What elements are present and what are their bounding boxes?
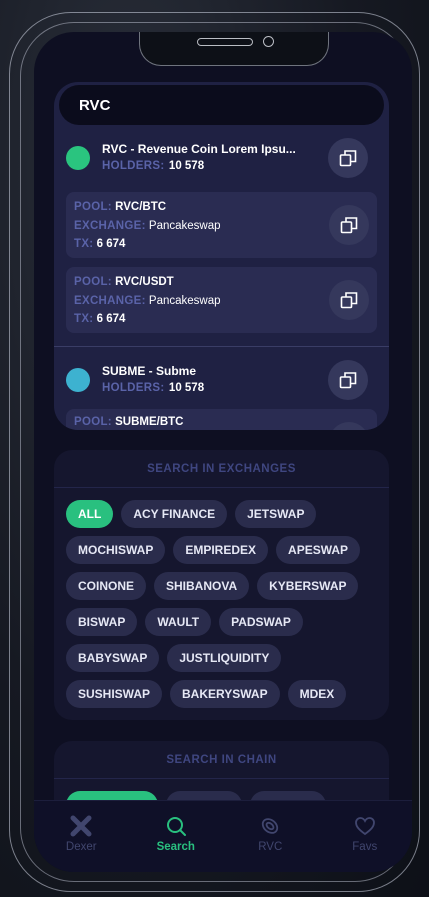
exchange-chip[interactable]: MDEX [287, 680, 347, 708]
coin-info: SUBME - Subme HOLDERS: 10 578 [102, 364, 204, 396]
tab-rvc[interactable]: RVC [223, 801, 318, 872]
chain-title: SEARCH IN CHAIN [54, 741, 389, 779]
camera-icon [263, 36, 274, 47]
heart-icon [354, 817, 375, 836]
tab-label: Search [156, 841, 195, 853]
copy-icon [339, 372, 357, 389]
exchange-chip[interactable]: BISWAP [66, 608, 138, 636]
pool-item[interactable]: POOL: RVC/BTC EXCHANGE: Pancakeswap TX: … [66, 192, 377, 258]
coin-name: SUBME - Subme [102, 364, 197, 378]
exchange-chip[interactable]: JETSWAP [235, 500, 317, 528]
coin-name: RVC - Revenue Coin Lorem Ipsu... [102, 142, 296, 156]
tab-dexer[interactable]: Dexer [34, 801, 129, 872]
copy-button[interactable] [329, 205, 369, 245]
exchange-chip[interactable]: BAKERYSWAP [170, 680, 280, 708]
dexer-x-icon [70, 815, 92, 837]
exchange-chip[interactable]: ACY FINANCE [121, 500, 228, 528]
exchange-chip[interactable]: SUSHISWAP [66, 680, 163, 708]
exchanges-title: SEARCH IN EXCHANGES [54, 450, 389, 488]
pool-item[interactable]: POOL: SUBME/BTC [66, 409, 377, 430]
exchange-chip[interactable]: EMPIREDEX [173, 536, 269, 564]
pool-item[interactable]: POOL: RVC/USDT EXCHANGE: Pancakeswap TX:… [66, 267, 377, 333]
exchange-chip[interactable]: JUSTLIQUIDITY [167, 644, 282, 672]
holders-label: HOLDERS: [102, 382, 165, 394]
exchange-label: EXCHANGE: [74, 219, 146, 232]
phone-screen: RVC RVC - Revenue Coin Lorem Ipsu... HOL… [34, 32, 412, 872]
exchange-chip[interactable]: APESWAP [276, 536, 361, 564]
exchanges-panel: SEARCH IN EXCHANGES ALL ACY FINANCE JETSWA… [54, 450, 389, 720]
tab-favs[interactable]: Favs [318, 801, 413, 872]
coin-color-dot [66, 368, 90, 392]
rvc-coin-icon [262, 818, 279, 834]
pool-label: POOL: [74, 416, 112, 428]
pool-label: POOL: [74, 201, 112, 213]
pool-value: RVC/BTC [115, 201, 167, 213]
exchange-chip[interactable]: WAULT [145, 608, 212, 636]
divider [54, 346, 389, 347]
bottom-tab-bar: Dexer Search RVC Favs [34, 800, 412, 872]
exchange-label: EXCHANGE: [74, 294, 146, 307]
tab-label: Dexer [65, 841, 97, 853]
pool-label: POOL: [74, 276, 112, 288]
holders-value: 10 578 [168, 160, 205, 172]
holders-label: HOLDERS: [102, 160, 165, 172]
coin-row-subme[interactable]: SUBME - Subme HOLDERS: 10 578 [54, 357, 389, 403]
tx-value: 6 674 [96, 238, 126, 250]
tab-label: RVC [258, 841, 283, 853]
copy-icon [340, 217, 358, 234]
coin-row-rvc[interactable]: RVC - Revenue Coin Lorem Ipsu... HOLDERS… [54, 135, 389, 181]
copy-icon [339, 150, 357, 167]
copy-button[interactable] [328, 138, 368, 178]
exchange-chip[interactable]: BABYSWAP [66, 644, 160, 672]
notch [139, 32, 329, 66]
exchange-value: Pancakeswap [148, 294, 221, 307]
exchange-value: Pancakeswap [148, 219, 221, 232]
coin-color-dot [66, 146, 90, 170]
copy-icon [340, 292, 358, 309]
pool-value: RVC/USDT [115, 276, 174, 288]
tx-value: 6 674 [96, 313, 126, 325]
search-icon [166, 817, 186, 836]
exchange-chip[interactable]: PADSWAP [219, 608, 303, 636]
coin-info: RVC - Revenue Coin Lorem Ipsu... HOLDERS… [102, 142, 296, 174]
exchange-chip[interactable]: MOCHISWAP [66, 536, 166, 564]
holders-value: 10 578 [168, 382, 205, 394]
pool-value: SUBME/BTC [115, 416, 184, 428]
search-results-card: RVC RVC - Revenue Coin Lorem Ipsu... HOL… [54, 82, 389, 430]
exchange-chip-list: ALL ACY FINANCE JETSWAP MOCHISWAP EMPIREDEX A… [54, 488, 389, 720]
search-query: RVC [79, 96, 111, 114]
copy-button[interactable] [328, 360, 368, 400]
exchange-chip[interactable]: COINONE [66, 572, 147, 600]
tab-label: Favs [352, 841, 378, 853]
exchange-chip[interactable]: ALL [66, 500, 114, 528]
tab-search[interactable]: Search [129, 801, 224, 872]
copy-button[interactable] [329, 422, 369, 430]
exchange-chip[interactable]: KYBERSWAP [257, 572, 359, 600]
exchange-chip[interactable]: SHIBANOVA [154, 572, 250, 600]
speaker-icon [197, 38, 253, 46]
copy-button[interactable] [329, 280, 369, 320]
tx-label: TX: [74, 313, 94, 325]
search-input[interactable]: RVC [59, 85, 384, 125]
tx-label: TX: [74, 238, 94, 250]
